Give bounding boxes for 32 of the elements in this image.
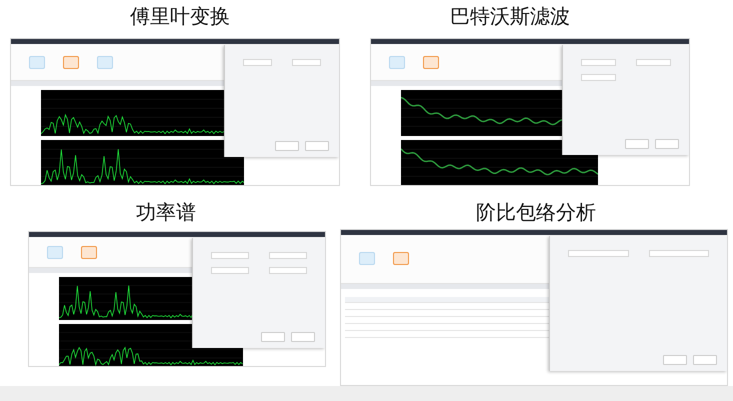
confirm-button[interactable] (261, 332, 285, 342)
input-field[interactable] (268, 267, 307, 274)
panel-title: 阶比包络分析 (476, 200, 596, 226)
input-field[interactable] (292, 59, 321, 66)
workflow-node[interactable] (63, 56, 79, 68)
workflow-node[interactable] (29, 56, 45, 68)
workflow-node[interactable] (393, 252, 409, 266)
input-field[interactable] (636, 59, 671, 66)
confirm-button[interactable] (275, 141, 299, 151)
cancel-button[interactable] (305, 141, 329, 151)
panel-title: 巴特沃斯滤波 (450, 4, 570, 30)
workflow-node[interactable] (423, 56, 439, 68)
input-field[interactable] (568, 250, 629, 257)
input-field[interactable] (243, 59, 272, 66)
input-field[interactable] (648, 250, 709, 257)
cancel-button[interactable] (291, 332, 315, 342)
workflow-node[interactable] (81, 246, 97, 258)
workflow-node[interactable] (389, 56, 405, 68)
confirm-button[interactable] (625, 139, 649, 149)
cancel-button[interactable] (655, 139, 679, 149)
input-field[interactable] (210, 267, 249, 274)
input-field[interactable] (580, 74, 616, 81)
input-field[interactable] (268, 252, 307, 259)
panel-title: 功率谱 (136, 200, 196, 226)
workflow-node[interactable] (359, 252, 375, 266)
workflow-node[interactable] (97, 56, 113, 68)
panel-title: 傅里叶变换 (130, 4, 230, 30)
input-field[interactable] (210, 252, 249, 259)
input-field[interactable] (580, 59, 616, 66)
cancel-button[interactable] (693, 355, 717, 365)
confirm-button[interactable] (663, 355, 687, 365)
workflow-node[interactable] (47, 246, 63, 258)
